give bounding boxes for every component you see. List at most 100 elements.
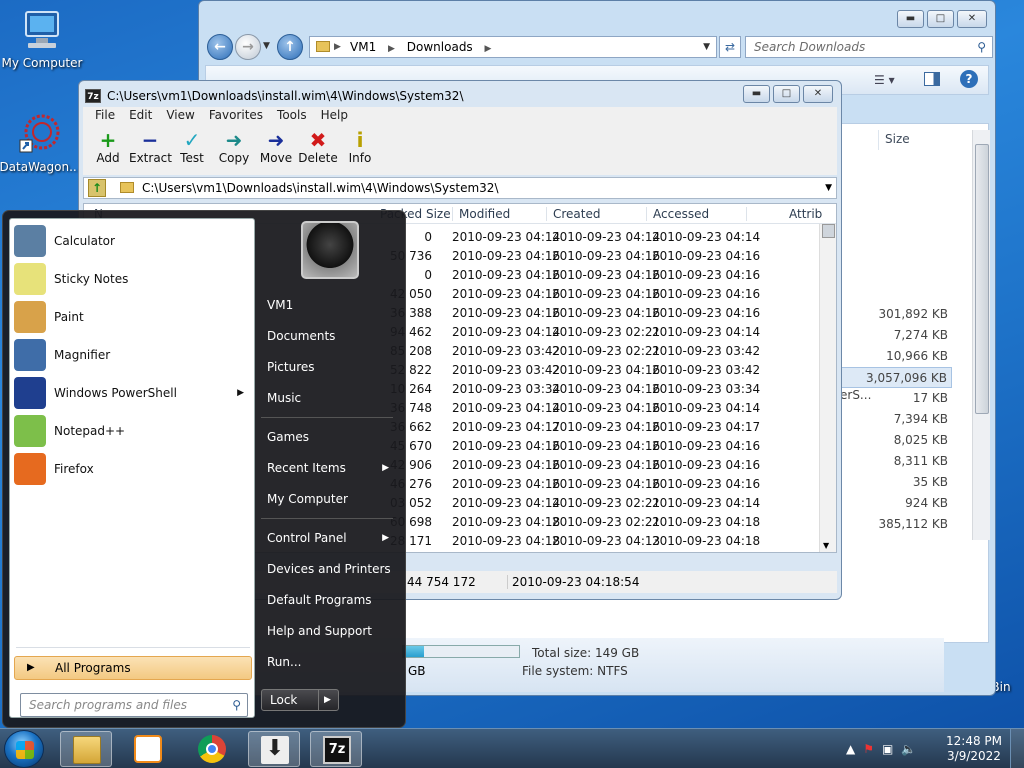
- start-place-games[interactable]: Games: [261, 423, 397, 451]
- toolbar-test-button[interactable]: ✓ Test: [171, 125, 213, 175]
- column-header-created[interactable]: Created: [546, 207, 601, 221]
- address-dropdown-icon[interactable]: ▼: [703, 37, 710, 57]
- taskbar-download[interactable]: ⬇: [248, 731, 300, 767]
- help-icon[interactable]: ?: [960, 70, 978, 88]
- chevron-right-icon: ▶: [382, 533, 389, 543]
- info-icon: i: [356, 128, 364, 152]
- minimize-button[interactable]: ▬: [743, 85, 770, 103]
- path-bar[interactable]: ↑ C:\Users\vm1\Downloads\install.wim\4\W…: [83, 177, 837, 199]
- modified-cell: 2010-09-23 03:42: [452, 344, 561, 358]
- created-cell: 2010-09-23 02:21: [552, 325, 661, 339]
- menu-item-tools[interactable]: Tools: [271, 107, 313, 125]
- start-place-documents[interactable]: Documents: [261, 322, 397, 350]
- maximize-button[interactable]: □: [773, 85, 800, 103]
- created-cell: 2010-09-23 02:21: [552, 515, 661, 529]
- taskbar-media-player[interactable]: [122, 731, 174, 767]
- view-options-icon[interactable]: ☰ ▾: [874, 73, 895, 87]
- preview-pane-icon[interactable]: [924, 72, 940, 86]
- menu-item-file[interactable]: File: [89, 107, 121, 125]
- action-center-icon[interactable]: ⚑: [863, 742, 874, 756]
- start-place-help-and-support[interactable]: Help and Support: [261, 617, 397, 645]
- start-program-paint[interactable]: Paint: [14, 299, 252, 335]
- desktop-icon-my-computer[interactable]: My Computer: [0, 8, 84, 70]
- show-hidden-icons-icon[interactable]: ▲: [846, 742, 855, 756]
- start-program-sticky-notes[interactable]: Sticky Notes: [14, 261, 252, 297]
- volume-icon[interactable]: 🔈: [901, 742, 916, 756]
- toolbar-copy-button[interactable]: ➜ Copy: [213, 125, 255, 175]
- file-size-cell: 7,394 KB: [893, 412, 948, 426]
- created-cell: 2010-09-23 02:21: [552, 496, 661, 510]
- start-program-magnifier[interactable]: Magnifier: [14, 337, 252, 373]
- all-programs-button[interactable]: ▶ All Programs: [14, 656, 252, 680]
- scroll-down-icon[interactable]: ▼: [823, 541, 829, 550]
- menu-item-view[interactable]: View: [160, 107, 200, 125]
- taskbar-sevenzip[interactable]: 7z: [310, 731, 362, 767]
- up-folder-icon[interactable]: ↑: [88, 179, 106, 197]
- explorer-search-input[interactable]: Search Downloads ⚲: [745, 36, 993, 58]
- up-button[interactable]: ↑: [277, 34, 303, 60]
- toolbar-extract-button[interactable]: − Extract: [129, 125, 172, 175]
- scrollbar-thumb[interactable]: [822, 224, 835, 238]
- scrollbar-thumb[interactable]: [975, 144, 989, 414]
- toolbar-info-button[interactable]: i Info: [339, 125, 381, 175]
- disk-usage-fill: [403, 646, 424, 657]
- path-dropdown-icon[interactable]: ▼: [825, 178, 832, 198]
- start-button[interactable]: [4, 730, 44, 768]
- column-header-size[interactable]: Size: [878, 130, 978, 150]
- start-program-notepad-[interactable]: Notepad++: [14, 413, 252, 449]
- clock[interactable]: 12:48 PM 3/9/2022: [944, 734, 1004, 764]
- start-search-input[interactable]: Search programs and files ⚲: [20, 693, 248, 717]
- start-place-devices-and-printers[interactable]: Devices and Printers: [261, 555, 397, 583]
- maximize-button[interactable]: □: [927, 10, 954, 28]
- toolbar-add-button[interactable]: + Add: [87, 125, 129, 175]
- breadcrumb-vm1[interactable]: VM1: [350, 40, 376, 54]
- taskbar: ⬇ 7z ▲ ⚑ ▣ 🔈 12:48 PM 3/9/2022: [0, 728, 1024, 768]
- back-button[interactable]: ←: [207, 34, 233, 60]
- menu-item-favorites[interactable]: Favorites: [203, 107, 269, 125]
- start-place-music[interactable]: Music: [261, 384, 397, 412]
- start-place-vm1[interactable]: VM1: [261, 291, 397, 319]
- datawagon-shortcut-icon: [18, 112, 62, 156]
- toolbar-delete-button[interactable]: ✖ Delete: [297, 125, 339, 175]
- toolbar-move-button[interactable]: ➜ Move: [255, 125, 297, 175]
- start-program-calculator[interactable]: Calculator: [14, 223, 252, 259]
- start-place-default-programs[interactable]: Default Programs: [261, 586, 397, 614]
- show-desktop-button[interactable]: [1010, 729, 1024, 768]
- start-place-recent-items[interactable]: Recent Items ▶: [261, 454, 397, 482]
- minimize-button[interactable]: ▬: [897, 10, 924, 28]
- shutdown-options-icon[interactable]: ▶: [324, 690, 331, 710]
- taskbar-chrome[interactable]: [186, 731, 238, 767]
- user-avatar[interactable]: [301, 221, 359, 279]
- separator: [261, 417, 393, 418]
- menu-item-help[interactable]: Help: [315, 107, 354, 125]
- file-size-cell: 301,892 KB: [878, 307, 948, 321]
- forward-button[interactable]: →: [235, 34, 261, 60]
- menu-item-edit[interactable]: Edit: [123, 107, 158, 125]
- explorer-vertical-scrollbar[interactable]: [972, 130, 990, 540]
- refresh-icon[interactable]: ⇄: [719, 36, 741, 58]
- lock-button[interactable]: Lock ▶: [261, 689, 339, 711]
- start-place-my-computer[interactable]: My Computer: [261, 485, 397, 513]
- column-header-modified[interactable]: Modified: [452, 207, 510, 221]
- accessed-cell: 2010-09-23 04:14: [652, 496, 761, 510]
- start-place-control-panel[interactable]: Control Panel ▶: [261, 524, 397, 552]
- network-icon[interactable]: ▣: [882, 742, 893, 756]
- close-button[interactable]: ✕: [803, 85, 833, 103]
- modified-cell: 2010-09-23 04:18: [452, 515, 561, 529]
- start-program-firefox[interactable]: Firefox: [14, 451, 252, 487]
- desktop-icon-datawagon[interactable]: DataWagon...: [0, 112, 82, 174]
- column-header-accessed[interactable]: Accessed: [646, 207, 709, 221]
- start-program-windows-powershell[interactable]: Windows PowerShell ▶: [14, 375, 252, 411]
- all-programs-label: All Programs: [55, 661, 131, 675]
- column-header-attrib[interactable]: Attrib: [746, 207, 822, 221]
- start-place-pictures[interactable]: Pictures: [261, 353, 397, 381]
- close-button[interactable]: ✕: [957, 10, 987, 28]
- taskbar-file-explorer[interactable]: [60, 731, 112, 767]
- breadcrumb-downloads[interactable]: Downloads: [407, 40, 473, 54]
- history-dropdown-icon[interactable]: ▼: [263, 41, 270, 51]
- search-icon: ⚲: [232, 698, 241, 712]
- start-place-run-[interactable]: Run...: [261, 648, 397, 676]
- file-list-scrollbar[interactable]: ▼: [819, 224, 836, 552]
- program-label: Notepad++: [54, 424, 126, 438]
- address-bar[interactable]: ▶ VM1 ▶ Downloads ▶ ▼: [309, 36, 717, 58]
